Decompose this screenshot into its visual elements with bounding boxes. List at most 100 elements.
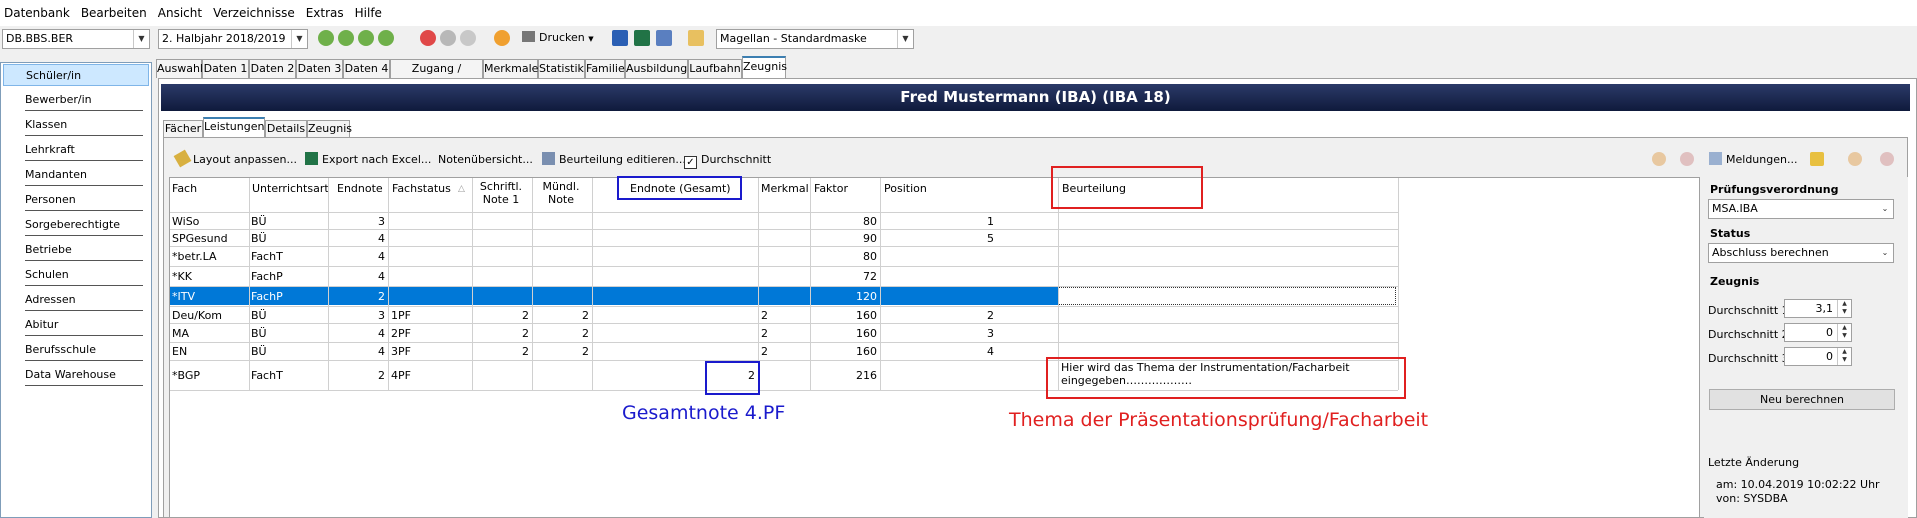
- cell-merkmal[interactable]: 2: [761, 327, 807, 340]
- sidebar-item-abitur[interactable]: Abitur: [25, 314, 143, 336]
- cell-faktor[interactable]: 160: [812, 309, 877, 322]
- cell-pos[interactable]: 3: [882, 327, 994, 340]
- cell-pos[interactable]: 5: [882, 232, 994, 245]
- subtab-zeugnis[interactable]: Zeugnis: [307, 120, 352, 137]
- cell-endnote[interactable]: 2: [330, 369, 385, 382]
- beurteilung-edit-button[interactable]: Beurteilung editieren...: [542, 152, 686, 168]
- cell-fach[interactable]: Deu/Kom: [172, 309, 246, 322]
- sidebar-item-bewerber[interactable]: Bewerber/in: [25, 89, 143, 111]
- cell-endnote[interactable]: 4: [330, 345, 385, 358]
- nav-last-icon[interactable]: [378, 30, 394, 46]
- menu-verzeichnisse[interactable]: Verzeichnisse: [213, 6, 295, 20]
- cell-fach[interactable]: *betr.LA: [172, 250, 246, 263]
- sidebar-item-data-warehouse[interactable]: Data Warehouse: [25, 364, 143, 386]
- mask-select[interactable]: Magellan - Standardmaske ▼: [716, 29, 914, 49]
- cell-status[interactable]: 4PF: [391, 369, 469, 382]
- cell-art[interactable]: BÜ: [251, 345, 325, 358]
- col-header-schriftl-note[interactable]: Schriftl. Note 1: [476, 180, 526, 215]
- neu-berechnen-button[interactable]: Neu berechnen: [1709, 389, 1895, 410]
- database-select[interactable]: DB.BBS.BER ▼: [2, 29, 150, 49]
- tab-zugang-abgang[interactable]: Zugang / Abgang: [390, 59, 483, 93]
- tab-daten-2[interactable]: Daten 2: [249, 59, 296, 78]
- cell-faktor[interactable]: 160: [812, 345, 877, 358]
- cancel-icon[interactable]: [440, 30, 456, 46]
- durchschnitt-3-input[interactable]: 0 ▲ ▼: [1784, 347, 1852, 366]
- close-icon[interactable]: [1680, 152, 1694, 166]
- cell-faktor[interactable]: 72: [812, 270, 877, 283]
- tab-statistik[interactable]: Statistik: [538, 59, 585, 78]
- cell-endnote[interactable]: 3: [330, 309, 385, 322]
- sidebar-item-betriebe[interactable]: Betriebe: [25, 239, 143, 261]
- menu-extras[interactable]: Extras: [306, 6, 344, 20]
- wand-icon[interactable]: [1810, 152, 1824, 166]
- cell-art[interactable]: BÜ: [251, 309, 325, 322]
- sidebar-item-schulen[interactable]: Schulen: [25, 264, 143, 286]
- cell-art[interactable]: FachP: [251, 290, 325, 303]
- cell-muendl[interactable]: 2: [534, 345, 589, 358]
- tab-daten-3[interactable]: Daten 3: [296, 59, 343, 78]
- cell-pos[interactable]: 1: [882, 215, 994, 228]
- folder-icon[interactable]: [688, 30, 704, 46]
- cell-pos[interactable]: 4: [882, 345, 994, 358]
- cell-status[interactable]: 2PF: [391, 327, 469, 340]
- cell-faktor[interactable]: 216: [812, 369, 877, 382]
- sidebar-item-adressen[interactable]: Adressen: [25, 289, 143, 311]
- cell-endnote[interactable]: 2: [330, 290, 385, 303]
- nav-prev-icon[interactable]: [338, 30, 354, 46]
- cell-muendl[interactable]: 2: [534, 327, 589, 340]
- print-button[interactable]: Drucken ▼: [522, 31, 594, 44]
- status-select[interactable]: Abschluss berechnen ⌄: [1708, 243, 1894, 263]
- sidebar-item-sorgeberechtigte[interactable]: Sorgeberechtigte: [25, 214, 143, 236]
- cell-faktor[interactable]: 160: [812, 327, 877, 340]
- cell-art[interactable]: BÜ: [251, 232, 325, 245]
- menu-hilfe[interactable]: Hilfe: [355, 6, 382, 20]
- spinner-icon[interactable]: ▲ ▼: [1837, 348, 1851, 365]
- cell-fach[interactable]: MA: [172, 327, 246, 340]
- cell-faktor[interactable]: 80: [812, 250, 877, 263]
- menu-bearbeiten[interactable]: Bearbeiten: [81, 6, 147, 20]
- period-select[interactable]: 2. Halbjahr 2018/2019 ▼: [158, 29, 308, 49]
- refresh-icon[interactable]: [494, 30, 510, 46]
- cell-fach[interactable]: EN: [172, 345, 246, 358]
- cell-schr[interactable]: 2: [474, 309, 529, 322]
- cell-art[interactable]: FachT: [251, 250, 325, 263]
- cell-endnote[interactable]: 4: [330, 270, 385, 283]
- menu-ansicht[interactable]: Ansicht: [158, 6, 202, 20]
- cell-endnote[interactable]: 4: [330, 250, 385, 263]
- cell-status[interactable]: 3PF: [391, 345, 469, 358]
- tab-merkmale[interactable]: Merkmale: [483, 59, 538, 78]
- tab-daten-4[interactable]: Daten 4: [343, 59, 390, 78]
- tab-ausbildung[interactable]: Ausbildung: [625, 59, 688, 78]
- prev-icon[interactable]: [1652, 152, 1666, 166]
- cell-pos[interactable]: 2: [882, 309, 994, 322]
- spinner-icon[interactable]: ▲ ▼: [1837, 324, 1851, 341]
- spinner-icon[interactable]: ▲ ▼: [1837, 300, 1851, 317]
- sidebar-item-lehrkraft[interactable]: Lehrkraft: [25, 139, 143, 161]
- cell-merkmal[interactable]: 2: [761, 345, 807, 358]
- notenuebersicht-button[interactable]: Notenübersicht...: [438, 152, 533, 168]
- cell-schr[interactable]: 2: [474, 327, 529, 340]
- subtab-leistungen[interactable]: Leistungen: [203, 117, 265, 137]
- cell-muendl[interactable]: 2: [534, 309, 589, 322]
- col-header-muendl-note[interactable]: Mündl. Note: [536, 180, 586, 215]
- durchschnitt-checkbox[interactable]: ✓ Durchschnitt: [684, 152, 771, 169]
- layout-button[interactable]: Layout anpassen...: [173, 149, 297, 168]
- cell-art[interactable]: FachT: [251, 369, 325, 382]
- cell-art[interactable]: BÜ: [251, 327, 325, 340]
- subtab-details[interactable]: Details: [265, 120, 307, 137]
- cell-endnote[interactable]: 4: [330, 232, 385, 245]
- sidebar-item-mandanten[interactable]: Mandanten: [25, 164, 143, 186]
- cell-fach[interactable]: *BGP: [172, 369, 246, 382]
- cell-fach[interactable]: WiSo: [172, 215, 246, 228]
- cell-faktor[interactable]: 90: [812, 232, 877, 245]
- beurteilung-cell-focus[interactable]: [1058, 287, 1396, 305]
- cell-schr[interactable]: 2: [474, 345, 529, 358]
- sidebar-item-klassen[interactable]: Klassen: [25, 114, 143, 136]
- pruefungsverordnung-select[interactable]: MSA.IBA ⌄: [1708, 199, 1894, 219]
- close-icon[interactable]: [1880, 152, 1894, 166]
- tab-zeugnis[interactable]: Zeugnis: [742, 56, 787, 78]
- cell-fach[interactable]: SPGesund: [172, 232, 246, 245]
- prev-icon[interactable]: [1848, 152, 1862, 166]
- cell-art[interactable]: FachP: [251, 270, 325, 283]
- tab-daten-1[interactable]: Daten 1: [202, 59, 249, 78]
